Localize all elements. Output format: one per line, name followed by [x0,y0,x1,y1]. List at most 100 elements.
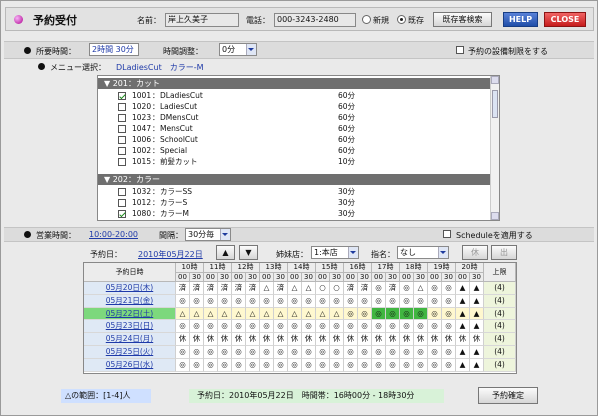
schedule-cell[interactable]: 休 [204,333,218,346]
schedule-cell[interactable]: △ [246,307,260,321]
schedule-cell[interactable]: ◎ [176,320,190,334]
schedule-cell[interactable]: ◎ [288,294,302,308]
business-hours[interactable]: 10:00-20:00 [89,230,138,239]
schedule-cell[interactable]: ◎ [232,294,246,308]
schedule-cell[interactable]: ◎ [190,346,204,359]
schedule-cell[interactable]: ◎ [372,294,386,308]
schedule-cell[interactable]: ◎ [372,307,386,321]
schedule-cell[interactable]: 済 [246,282,260,295]
interval-select[interactable]: 30分毎 [185,228,231,241]
help-button[interactable]: HELP [503,12,538,27]
schedule-cell[interactable]: ◎ [204,294,218,308]
schedule-cell[interactable]: ▲ [470,294,484,308]
scroll-down-icon[interactable] [491,212,499,220]
schedule-cell[interactable]: ◎ [204,358,218,372]
schedule-cell[interactable]: △ [218,307,232,321]
schedule-cell[interactable]: 済 [204,282,218,295]
schedule-cell[interactable]: ◎ [316,294,330,308]
schedule-cell[interactable]: ◎ [316,346,330,359]
schedule-cell[interactable]: 休 [344,333,358,346]
schedule-cell[interactable]: ○ [330,282,344,295]
schedule-cell[interactable]: ▲ [456,358,470,372]
schedule-cell[interactable]: 休 [400,333,414,346]
schedule-cell[interactable]: ▲ [470,346,484,359]
schedule-cell[interactable]: 休 [218,333,232,346]
schedule-cell[interactable]: ◎ [176,294,190,308]
schedule-cell[interactable]: ◎ [414,358,428,372]
schedule-cell[interactable]: ◎ [232,346,246,359]
schedule-cell[interactable]: ◎ [386,346,400,359]
schedule-cell[interactable]: ◎ [246,294,260,308]
schedule-cell[interactable]: 休 [442,333,456,346]
menu-item[interactable]: 1080：カラーM 30分 [98,208,491,219]
schedule-cell[interactable]: 済 [190,282,204,295]
schedule-cell[interactable]: ◎ [274,294,288,308]
schedule-cell[interactable]: ◎ [344,307,358,321]
schedule-cell[interactable]: 休 [246,333,260,346]
schedule-cell[interactable]: △ [274,307,288,321]
schedule-cell[interactable]: ◎ [344,320,358,334]
schedule-cell[interactable]: ◎ [246,358,260,372]
scroll-thumb[interactable] [492,90,498,118]
holiday-button[interactable]: 休 [462,245,488,260]
menu-item[interactable]: 1006： SchoolCut 60分 [98,134,491,145]
schedule-cell[interactable]: 休 [470,333,484,346]
schedule-cell[interactable]: ▲ [456,282,470,295]
schedule-cell[interactable]: ◎ [274,320,288,334]
schedule-cell[interactable]: ◎ [190,294,204,308]
reserve-date[interactable]: 2010年05月22日 [138,249,203,260]
menu-item-checkbox[interactable] [118,147,126,155]
schedule-cell[interactable]: △ [316,307,330,321]
schedule-cell[interactable]: ◎ [372,358,386,372]
schedule-cell[interactable]: ◎ [442,307,456,321]
schedule-cell[interactable]: ◎ [302,294,316,308]
menu-item-checkbox[interactable] [118,199,126,207]
staff-select[interactable]: なし [397,246,449,259]
schedule-cell[interactable]: △ [288,282,302,295]
menu-item[interactable]: 1020： LadiesCut 60分 [98,101,491,112]
schedule-cell[interactable]: ◎ [442,358,456,372]
schedule-cell[interactable]: ◎ [414,346,428,359]
schedule-cell[interactable]: ◎ [330,346,344,359]
schedule-cell[interactable]: 休 [358,333,372,346]
schedule-cell[interactable]: ◎ [204,346,218,359]
attend-button[interactable]: 出 [491,245,517,260]
schedule-cell[interactable]: ◎ [232,358,246,372]
schedule-cell[interactable]: ◎ [428,282,442,295]
schedule-cell[interactable]: ◎ [344,358,358,372]
schedule-cell[interactable]: ◎ [330,294,344,308]
schedule-cell[interactable]: ▲ [456,307,470,321]
schedule-cell[interactable]: △ [260,282,274,295]
menu-item-checkbox[interactable] [118,210,126,218]
schedule-date[interactable]: 05月24日(月) [84,333,176,346]
schedule-cell[interactable]: 休 [302,333,316,346]
schedule-cell[interactable]: ◎ [288,358,302,372]
schedule-date[interactable]: 05月21日(金) [84,294,176,308]
schedule-cell[interactable]: ◎ [400,320,414,334]
schedule-cell[interactable]: ◎ [190,320,204,334]
schedule-cell[interactable]: 済 [274,282,288,295]
schedule-cell[interactable]: 休 [386,333,400,346]
schedule-cell[interactable]: ◎ [302,346,316,359]
schedule-cell[interactable]: ◎ [260,294,274,308]
schedule-cell[interactable]: ◎ [190,358,204,372]
schedule-cell[interactable]: ◎ [274,346,288,359]
schedule-cell[interactable]: ◎ [274,358,288,372]
schedule-cell[interactable]: ◎ [288,320,302,334]
schedule-cell[interactable]: ◎ [260,346,274,359]
category-header[interactable]: ▼ 202：カラー [98,174,491,185]
schedule-cell[interactable]: ◎ [372,320,386,334]
schedule-date[interactable]: 05月20日(木) [84,282,176,295]
schedule-cell[interactable]: 済 [386,282,400,295]
schedule-cell[interactable]: ◎ [358,346,372,359]
schedule-cell[interactable]: △ [330,307,344,321]
schedule-cell[interactable]: ◎ [316,358,330,372]
schedule-cell[interactable]: △ [302,307,316,321]
schedule-cell[interactable]: ◎ [330,320,344,334]
menu-item-checkbox[interactable] [118,103,126,111]
schedule-cell[interactable]: 休 [330,333,344,346]
schedule-cell[interactable]: ◎ [330,358,344,372]
prev-date-button[interactable]: ▲ [216,245,235,260]
schedule-cell[interactable]: ◎ [232,320,246,334]
schedule-cell[interactable]: ▲ [456,320,470,334]
